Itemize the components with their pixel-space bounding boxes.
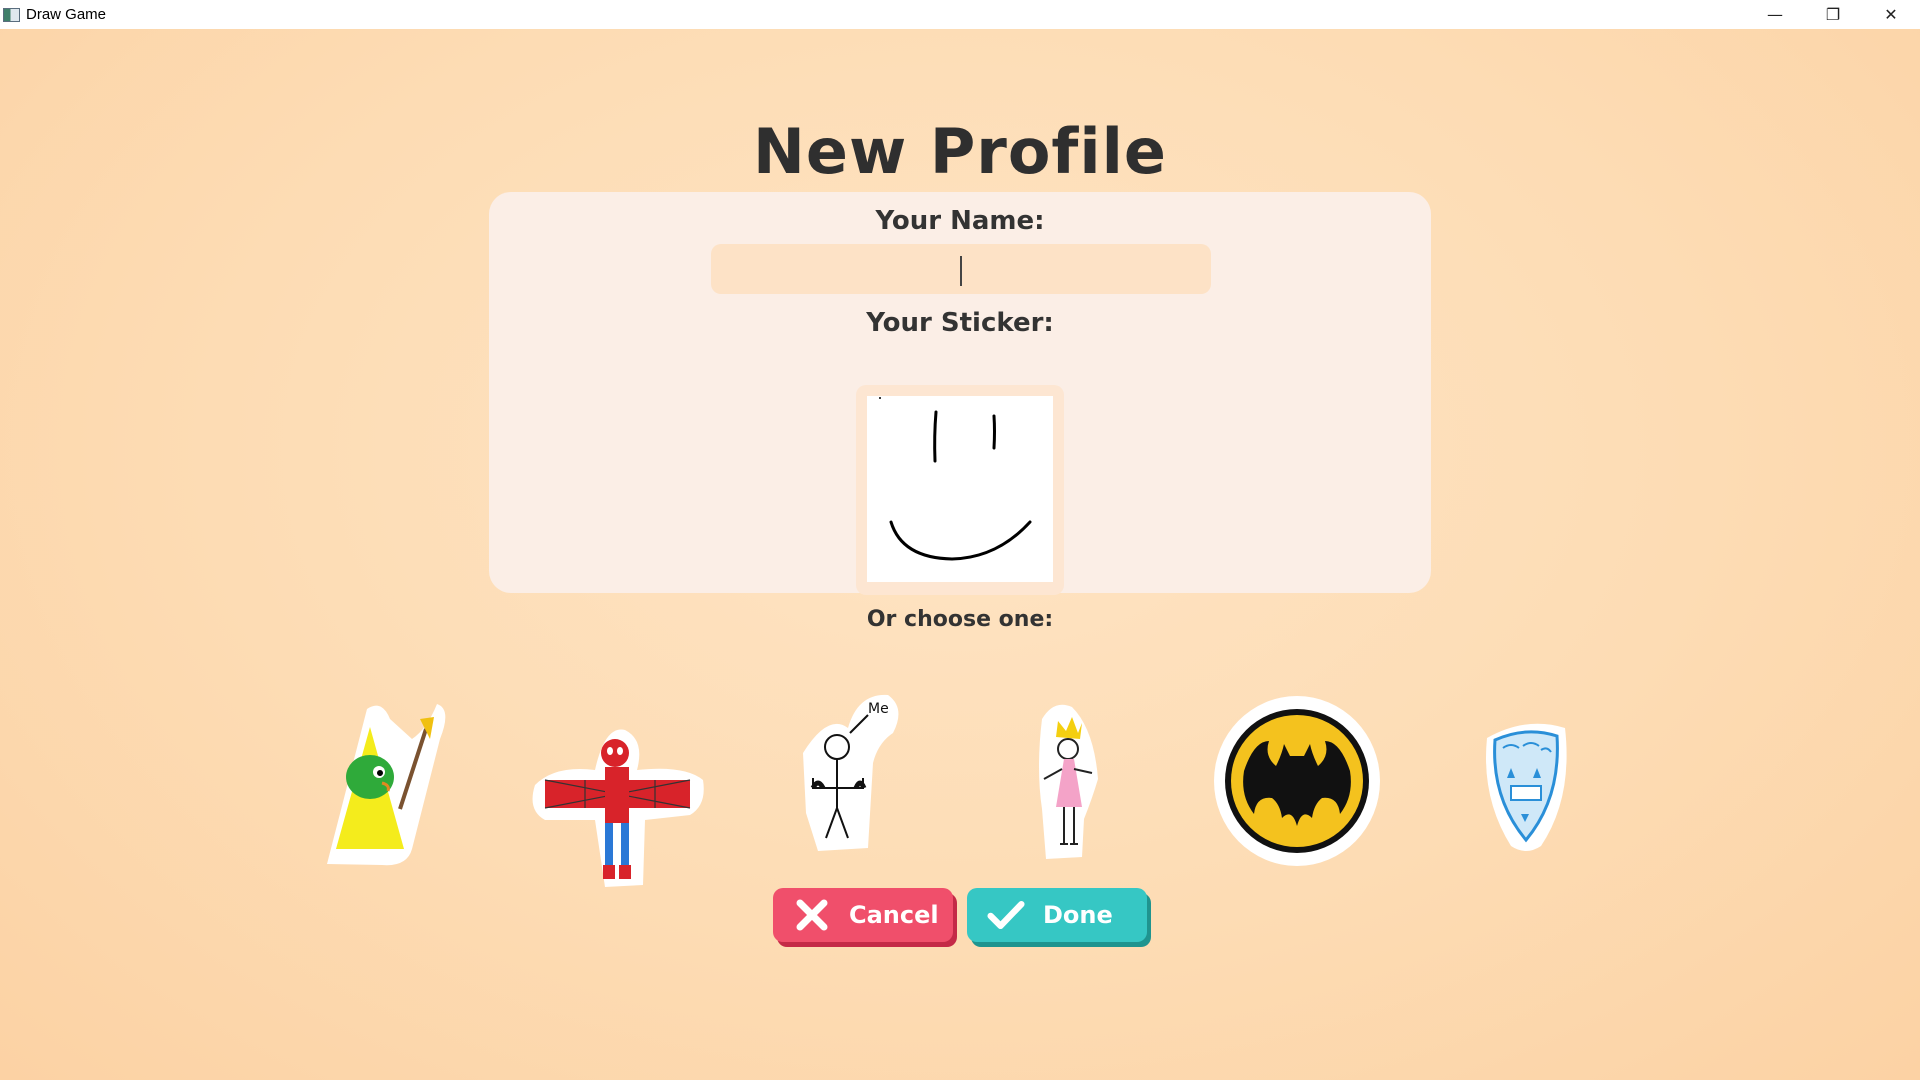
sticker-drawing-canvas[interactable]	[867, 396, 1053, 582]
text-caret	[960, 256, 962, 286]
app-icon	[3, 7, 20, 22]
close-x-icon	[793, 896, 831, 934]
checkmark-icon	[987, 896, 1025, 934]
title-bar: Draw Game — ❐ ✕	[0, 0, 1920, 29]
me-text: Me	[868, 701, 889, 717]
sticker-option-me[interactable]: Me	[798, 693, 903, 857]
main-content: New Profile Your Name: Your Sticker: Or …	[0, 29, 1920, 1080]
cancel-button[interactable]: Cancel	[773, 888, 953, 942]
name-label: Your Name:	[875, 206, 1045, 236]
sticker-option-wizard[interactable]	[322, 699, 452, 873]
window-title: Draw Game	[26, 6, 107, 23]
page-title: New Profile	[753, 115, 1167, 188]
done-button[interactable]: Done	[967, 888, 1147, 942]
maximize-button[interactable]: ❐	[1804, 0, 1862, 29]
profile-form-panel: Your Name: Your Sticker:	[489, 192, 1431, 595]
choose-one-label: Or choose one:	[866, 607, 1054, 632]
close-button[interactable]: ✕	[1862, 0, 1920, 29]
done-label: Done	[1043, 901, 1113, 929]
smiley-drawing-icon	[879, 397, 1032, 561]
cancel-label: Cancel	[849, 901, 939, 929]
blue-shield-sticker-icon	[1486, 723, 1567, 851]
sticker-option-batman[interactable]	[1214, 696, 1380, 870]
princess-sticker-icon	[1039, 704, 1098, 859]
sticker-label: Your Sticker:	[866, 308, 1054, 338]
sticker-option-spiderman[interactable]	[525, 725, 710, 894]
wizard-sticker-icon	[327, 704, 446, 866]
window-controls: — ❐ ✕	[1746, 0, 1920, 29]
spiderman-sticker-icon	[532, 729, 704, 887]
sticker-option-princess[interactable]	[1034, 699, 1104, 865]
minimize-button[interactable]: —	[1746, 0, 1804, 29]
app-window: Draw Game — ❐ ✕ New Profile Your Name: Y…	[0, 0, 1920, 1080]
sticker-drawing-frame	[856, 385, 1064, 595]
batman-logo-sticker-icon	[1214, 696, 1380, 866]
sticker-option-shield[interactable]	[1481, 718, 1571, 857]
stick-figure-me-sticker-icon: Me	[803, 694, 899, 851]
